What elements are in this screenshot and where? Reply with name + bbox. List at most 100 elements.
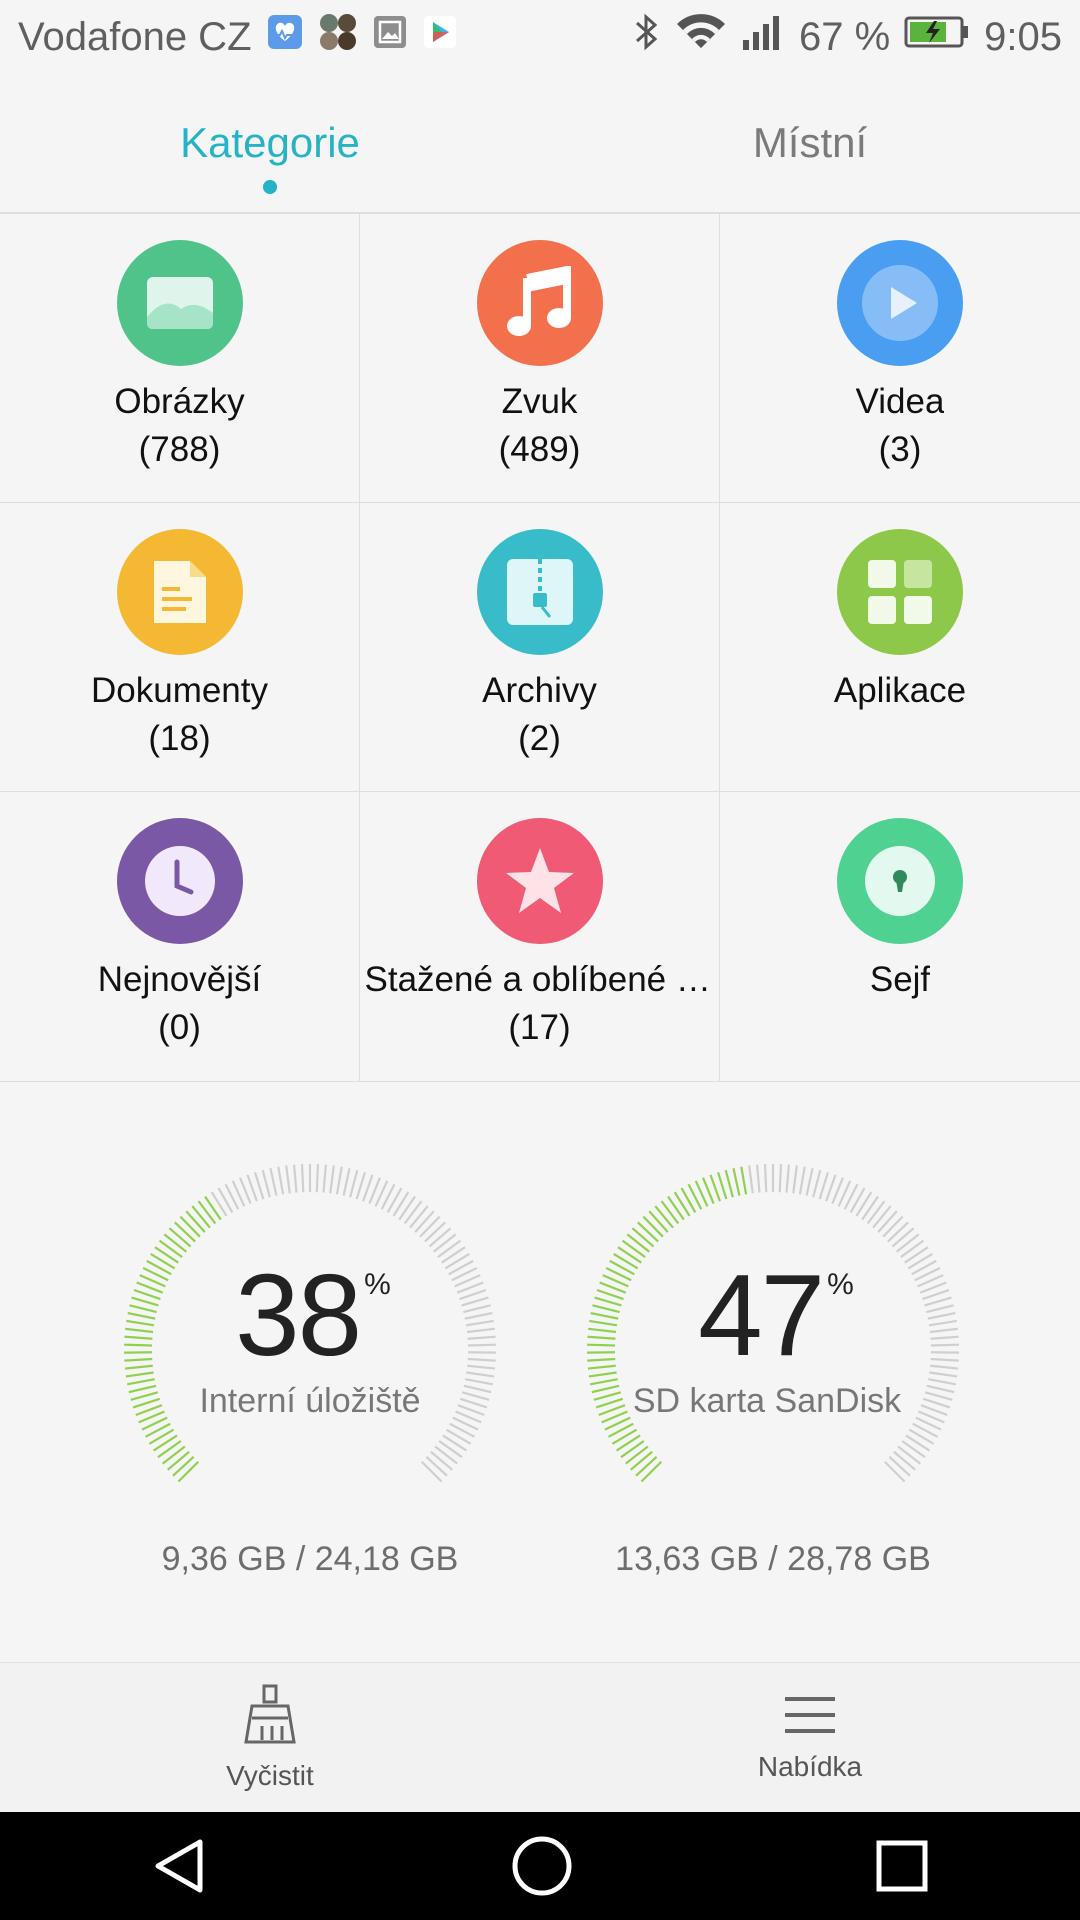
gauge-tick-free: [349, 1169, 359, 1198]
gauge-tick-free: [763, 1164, 768, 1193]
category-safe[interactable]: Sejf: [720, 792, 1080, 1082]
broom-icon: [244, 1684, 296, 1744]
gauge-tick-free: [254, 1171, 265, 1200]
recents-icon[interactable]: [874, 1838, 930, 1894]
gauge-tick-used: [593, 1391, 622, 1401]
star-icon: [476, 818, 603, 944]
category-audio[interactable]: Zvuk (489): [360, 214, 720, 503]
gauge-tick-free: [285, 1165, 291, 1194]
gauge-tick-used: [667, 1195, 685, 1221]
gauge-tick-free: [883, 1460, 906, 1483]
gauge-tick-used: [620, 1440, 645, 1459]
storage-name: SD karta SanDisk: [632, 1382, 902, 1420]
gauge-tick-free: [922, 1397, 951, 1409]
safe-lock-icon: [837, 818, 963, 944]
category-apps[interactable]: Aplikace: [720, 503, 1080, 792]
system-nav-bar: [0, 1812, 1080, 1920]
home-icon[interactable]: [510, 1834, 574, 1898]
gauge-tick-used: [595, 1397, 624, 1409]
gauge-tick-free: [430, 1450, 454, 1471]
clean-button[interactable]: Vyčistit: [0, 1663, 540, 1813]
gauge-tick-free: [425, 1456, 448, 1477]
category-downloads-favorites[interactable]: Stažené a oblíbené s... (17): [360, 792, 720, 1082]
gauge-tick-free: [300, 1164, 305, 1193]
gauge-tick-used: [174, 1221, 196, 1243]
category-count: (2): [518, 719, 561, 758]
gauge-tick-used: [635, 1456, 658, 1477]
gauge-tick-free: [891, 1227, 915, 1248]
battery-charging-icon: [904, 12, 970, 62]
gauge-tick-free: [882, 1215, 904, 1238]
signal-icon: [741, 12, 785, 62]
category-archives[interactable]: Archivy (2): [360, 503, 720, 792]
gauge-tick-free: [905, 1434, 931, 1452]
category-label: Obrázky: [114, 382, 245, 421]
zip-archive-icon: [476, 529, 603, 655]
menu-button[interactable]: Nabídka: [540, 1663, 1080, 1813]
back-icon[interactable]: [150, 1836, 210, 1896]
category-label: Zvuk: [501, 382, 578, 421]
gauge-tick-free: [419, 1215, 441, 1238]
gauge-tick-free: [409, 1205, 429, 1229]
tab-kategorie[interactable]: Kategorie: [0, 74, 540, 212]
wifi-icon: [675, 12, 727, 62]
gauge-tick-used: [724, 1169, 734, 1198]
gauge-tick-used: [172, 1456, 195, 1477]
gauge-tick-free: [866, 1200, 886, 1225]
gauge-tick-free: [442, 1434, 468, 1452]
category-grid: Obrázky (788) Zvuk (489) Videa (3) Dokum…: [0, 214, 1080, 1082]
music-note-icon: [476, 240, 603, 366]
gauge-tick-free: [818, 1171, 829, 1200]
battery-percent: 67 %: [798, 14, 891, 59]
menu-label: Nabídka: [757, 1751, 863, 1782]
storage-percent: 47%: [583, 1248, 963, 1382]
clock-time: 9:05: [984, 14, 1062, 59]
category-videos[interactable]: Videa (3): [720, 214, 1080, 503]
gauge-tick-free: [888, 1456, 911, 1477]
category-count: (3): [878, 430, 922, 469]
apps-grid-icon: [837, 529, 963, 655]
gauge-tick-used: [642, 1215, 664, 1238]
clean-label: Vyčistit: [226, 1760, 314, 1791]
gauge-tick-free: [398, 1195, 416, 1221]
gauge-tick-free: [420, 1460, 443, 1483]
health-app-icon: [266, 13, 304, 61]
internal-storage-gauge[interactable]: 38% Interní úložiště: [120, 1160, 500, 1540]
category-images[interactable]: Obrázky (788): [0, 214, 360, 503]
gauge-tick-free: [269, 1168, 278, 1196]
sd-card-size: 13,63 GB / 28,78 GB: [615, 1540, 931, 1578]
category-label: Dokumenty: [90, 671, 269, 710]
gauge-tick-used: [732, 1168, 741, 1196]
gauge-tick-used: [654, 1205, 674, 1229]
gauge-tick-free: [392, 1191, 410, 1217]
category-label: Videa: [855, 382, 945, 421]
gauge-tick-used: [162, 1445, 186, 1465]
category-recent[interactable]: Nejnovější (0): [0, 792, 360, 1082]
category-documents[interactable]: Dokumenty (18): [0, 503, 360, 792]
gauge-tick-free: [785, 1164, 791, 1193]
menu-icon: [785, 1697, 835, 1733]
gauge-tick-used: [177, 1460, 200, 1483]
gauge-tick-free: [805, 1168, 814, 1196]
gauge-tick-free: [210, 1191, 228, 1217]
gallery-icon: [372, 14, 408, 60]
clock-icon: [116, 818, 243, 944]
gauge-tick-free: [812, 1169, 822, 1198]
gauge-tick-used: [185, 1210, 206, 1233]
category-count: (18): [148, 719, 211, 758]
category-label: Sejf: [869, 960, 931, 999]
gauge-tick-free: [424, 1221, 446, 1243]
document-icon: [116, 529, 243, 655]
gauge-tick-free: [277, 1166, 285, 1195]
gauge-tick-free: [428, 1227, 452, 1248]
status-bar: Vodafone CZ 67 % 9:05: [0, 0, 1080, 74]
tab-label: Místní: [752, 119, 868, 166]
percent-value: 47: [698, 1250, 825, 1380]
tab-mistni[interactable]: Místní: [540, 74, 1080, 212]
sd-card-gauge[interactable]: 47% SD karta SanDisk: [583, 1160, 963, 1540]
gauge-tick-free: [261, 1169, 271, 1198]
category-count: (489): [498, 430, 581, 469]
gauge-tick-used: [740, 1166, 748, 1195]
gauge-tick-free: [926, 1384, 955, 1394]
gauge-tick-used: [591, 1384, 620, 1394]
